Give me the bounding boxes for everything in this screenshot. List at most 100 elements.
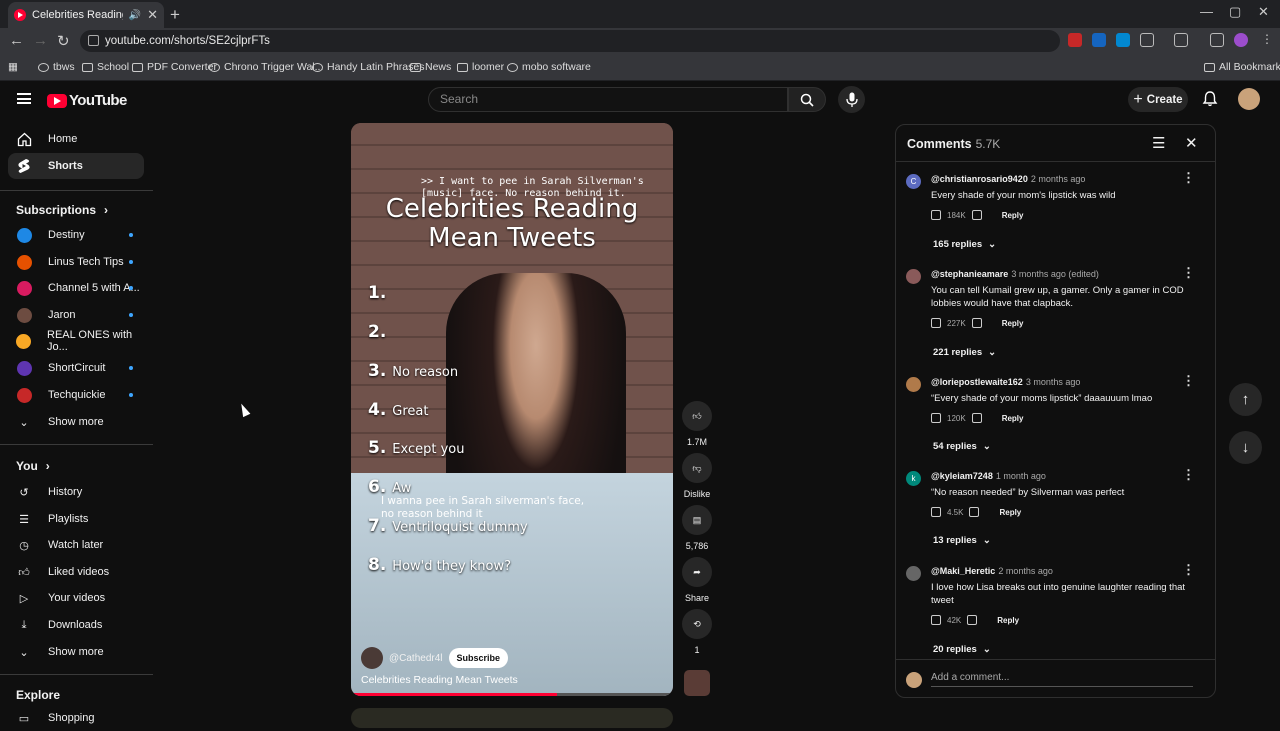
- forward-icon[interactable]: →: [33, 32, 48, 49]
- comment-author[interactable]: @stephanieamare: [931, 269, 1008, 279]
- sidebar-sub-shortcircuit[interactable]: ShortCircuit: [8, 355, 144, 381]
- sidebar-item-your-videos[interactable]: ▷ Your videos: [8, 585, 144, 611]
- comment-menu-icon[interactable]: ⋮: [1182, 170, 1195, 186]
- menu-icon[interactable]: [17, 93, 31, 104]
- bookmark-news[interactable]: News: [410, 61, 451, 73]
- reload-icon[interactable]: ↻: [57, 32, 70, 50]
- like-icon[interactable]: [931, 318, 941, 328]
- dislike-icon[interactable]: [967, 615, 978, 625]
- video-progress-bar[interactable]: [351, 693, 673, 696]
- sidebar-item-liked[interactable]: 👍︎ Liked videos: [8, 559, 144, 585]
- profile-icon[interactable]: [1234, 33, 1248, 47]
- sidepanel-icon[interactable]: [1174, 33, 1188, 47]
- restore-icon[interactable]: ▢: [1229, 4, 1241, 20]
- sidebar-item-shopping[interactable]: ▭ Shopping: [8, 705, 144, 731]
- you-heading[interactable]: You ›: [16, 459, 50, 473]
- replies-toggle[interactable]: 20 replies ⌄: [933, 644, 991, 655]
- comment-menu-icon[interactable]: ⋮: [1182, 265, 1195, 281]
- menu-dots-icon[interactable]: ⋮: [1261, 32, 1273, 46]
- sidebar-item-playlists[interactable]: ☰ Playlists: [8, 506, 144, 532]
- reply-button[interactable]: Reply: [1002, 414, 1024, 423]
- sidebar-sub-techquickie[interactable]: Techquickie: [8, 382, 144, 408]
- video-title[interactable]: Celebrities Reading Mean Tweets: [361, 674, 518, 686]
- remix-button[interactable]: ⟲ 1: [682, 609, 712, 655]
- sidebar-sub-real-ones[interactable]: REAL ONES with Jo...: [8, 328, 144, 354]
- sidebar-item-home[interactable]: Home: [8, 126, 144, 152]
- extension-icon[interactable]: [1116, 33, 1130, 47]
- next-short-button[interactable]: ↓: [1229, 431, 1262, 464]
- bookmark-chrono-trigger[interactable]: Chrono Trigger Wal...: [209, 61, 323, 73]
- like-icon[interactable]: [931, 210, 941, 220]
- replies-toggle[interactable]: 221 replies ⌄: [933, 347, 996, 358]
- dislike-icon[interactable]: [969, 507, 980, 517]
- comments-button[interactable]: ▤ 5,786: [682, 505, 712, 551]
- bookmark-school[interactable]: School: [82, 61, 129, 73]
- dislike-icon[interactable]: [971, 318, 982, 328]
- site-info-icon[interactable]: [88, 35, 99, 46]
- sidebar-show-more-2[interactable]: ⌄ Show more: [8, 639, 144, 665]
- replies-toggle[interactable]: 165 replies ⌄: [933, 239, 996, 250]
- channel-avatar[interactable]: [361, 647, 383, 669]
- sidebar-sub-jaron[interactable]: Jaron: [8, 302, 144, 328]
- close-window-icon[interactable]: ✕: [1258, 4, 1269, 20]
- next-short-preview[interactable]: [351, 708, 673, 728]
- comment-author[interactable]: @kyleiam7248: [931, 471, 993, 481]
- extensions-puzzle-icon[interactable]: [1140, 33, 1154, 47]
- like-icon[interactable]: [931, 413, 941, 423]
- sidebar-item-downloads[interactable]: ⤓ Downloads: [8, 612, 144, 638]
- extension-icon[interactable]: [1068, 33, 1082, 47]
- minimize-icon[interactable]: —: [1200, 4, 1213, 19]
- extension-icon[interactable]: [1092, 33, 1106, 47]
- bookmark-mobo-software[interactable]: mobo software: [507, 61, 591, 73]
- dislike-button[interactable]: 👎︎ Dislike: [682, 453, 712, 499]
- bookmark-latin-phrases[interactable]: Handy Latin Phrases: [312, 61, 424, 73]
- search-button[interactable]: [788, 87, 826, 112]
- reply-button[interactable]: Reply: [997, 616, 1019, 625]
- sidebar-sub-destiny[interactable]: Destiny: [8, 222, 144, 248]
- dislike-icon[interactable]: [971, 413, 982, 423]
- address-bar[interactable]: youtube.com/shorts/SE2cjlprFTs: [80, 30, 1060, 52]
- bookmark-pdf-converter[interactable]: PDF Converter: [132, 61, 217, 73]
- comment-menu-icon[interactable]: ⋮: [1182, 467, 1195, 483]
- voice-search-button[interactable]: [838, 86, 865, 113]
- search-input[interactable]: Search: [428, 87, 788, 112]
- media-icon[interactable]: [1210, 33, 1224, 47]
- bookmark-loomer[interactable]: loomer: [457, 61, 504, 73]
- sidebar-item-history[interactable]: ↺ History: [8, 479, 144, 505]
- shorts-video-player[interactable]: >> I want to pee in Sarah Silverman's [m…: [351, 123, 673, 696]
- sidebar-sub-channel5[interactable]: Channel 5 with A...: [8, 275, 144, 301]
- previous-short-button[interactable]: ↑: [1229, 383, 1262, 416]
- commenter-avatar[interactable]: [906, 377, 921, 392]
- commenter-avatar[interactable]: k: [906, 471, 921, 486]
- audio-icon[interactable]: 🔊: [129, 10, 141, 21]
- browser-tab[interactable]: Celebrities Reading Mean T 🔊 ✕: [8, 2, 164, 28]
- share-button[interactable]: ➦ Share: [682, 557, 712, 603]
- dislike-icon[interactable]: [971, 210, 982, 220]
- audio-thumbnail[interactable]: [684, 670, 710, 696]
- notifications-bell-icon[interactable]: [1202, 91, 1218, 107]
- account-avatar[interactable]: [1238, 88, 1260, 110]
- all-bookmarks[interactable]: All Bookmarks: [1204, 61, 1280, 73]
- comment-author[interactable]: @christianrosario9420: [931, 174, 1028, 184]
- new-tab-icon[interactable]: +: [170, 5, 180, 25]
- sidebar-sub-linus[interactable]: Linus Tech Tips: [8, 249, 144, 275]
- close-icon[interactable]: ✕: [1185, 134, 1198, 152]
- bookmark-tbws[interactable]: tbws: [38, 61, 75, 73]
- comment-menu-icon[interactable]: ⋮: [1182, 562, 1195, 578]
- back-icon[interactable]: ←: [9, 32, 24, 49]
- like-button[interactable]: 👍︎ 1.7M: [682, 401, 712, 447]
- subscriptions-heading[interactable]: Subscriptions ›: [16, 203, 108, 217]
- subscribe-button[interactable]: Subscribe: [448, 648, 509, 668]
- reply-button[interactable]: Reply: [999, 508, 1021, 517]
- close-tab-icon[interactable]: ✕: [147, 7, 158, 23]
- comment-author[interactable]: @Maki_Heretic: [931, 566, 995, 576]
- reply-button[interactable]: Reply: [1002, 211, 1024, 220]
- like-icon[interactable]: [931, 507, 941, 517]
- commenter-avatar[interactable]: [906, 566, 921, 581]
- youtube-logo[interactable]: YouTube: [47, 92, 127, 109]
- commenter-avatar[interactable]: [906, 269, 921, 284]
- sidebar-show-more[interactable]: ⌄ Show more: [8, 409, 144, 435]
- sort-icon[interactable]: ☰: [1152, 134, 1165, 152]
- comment-author[interactable]: @loriepostlewaite162: [931, 377, 1023, 387]
- like-icon[interactable]: [931, 615, 941, 625]
